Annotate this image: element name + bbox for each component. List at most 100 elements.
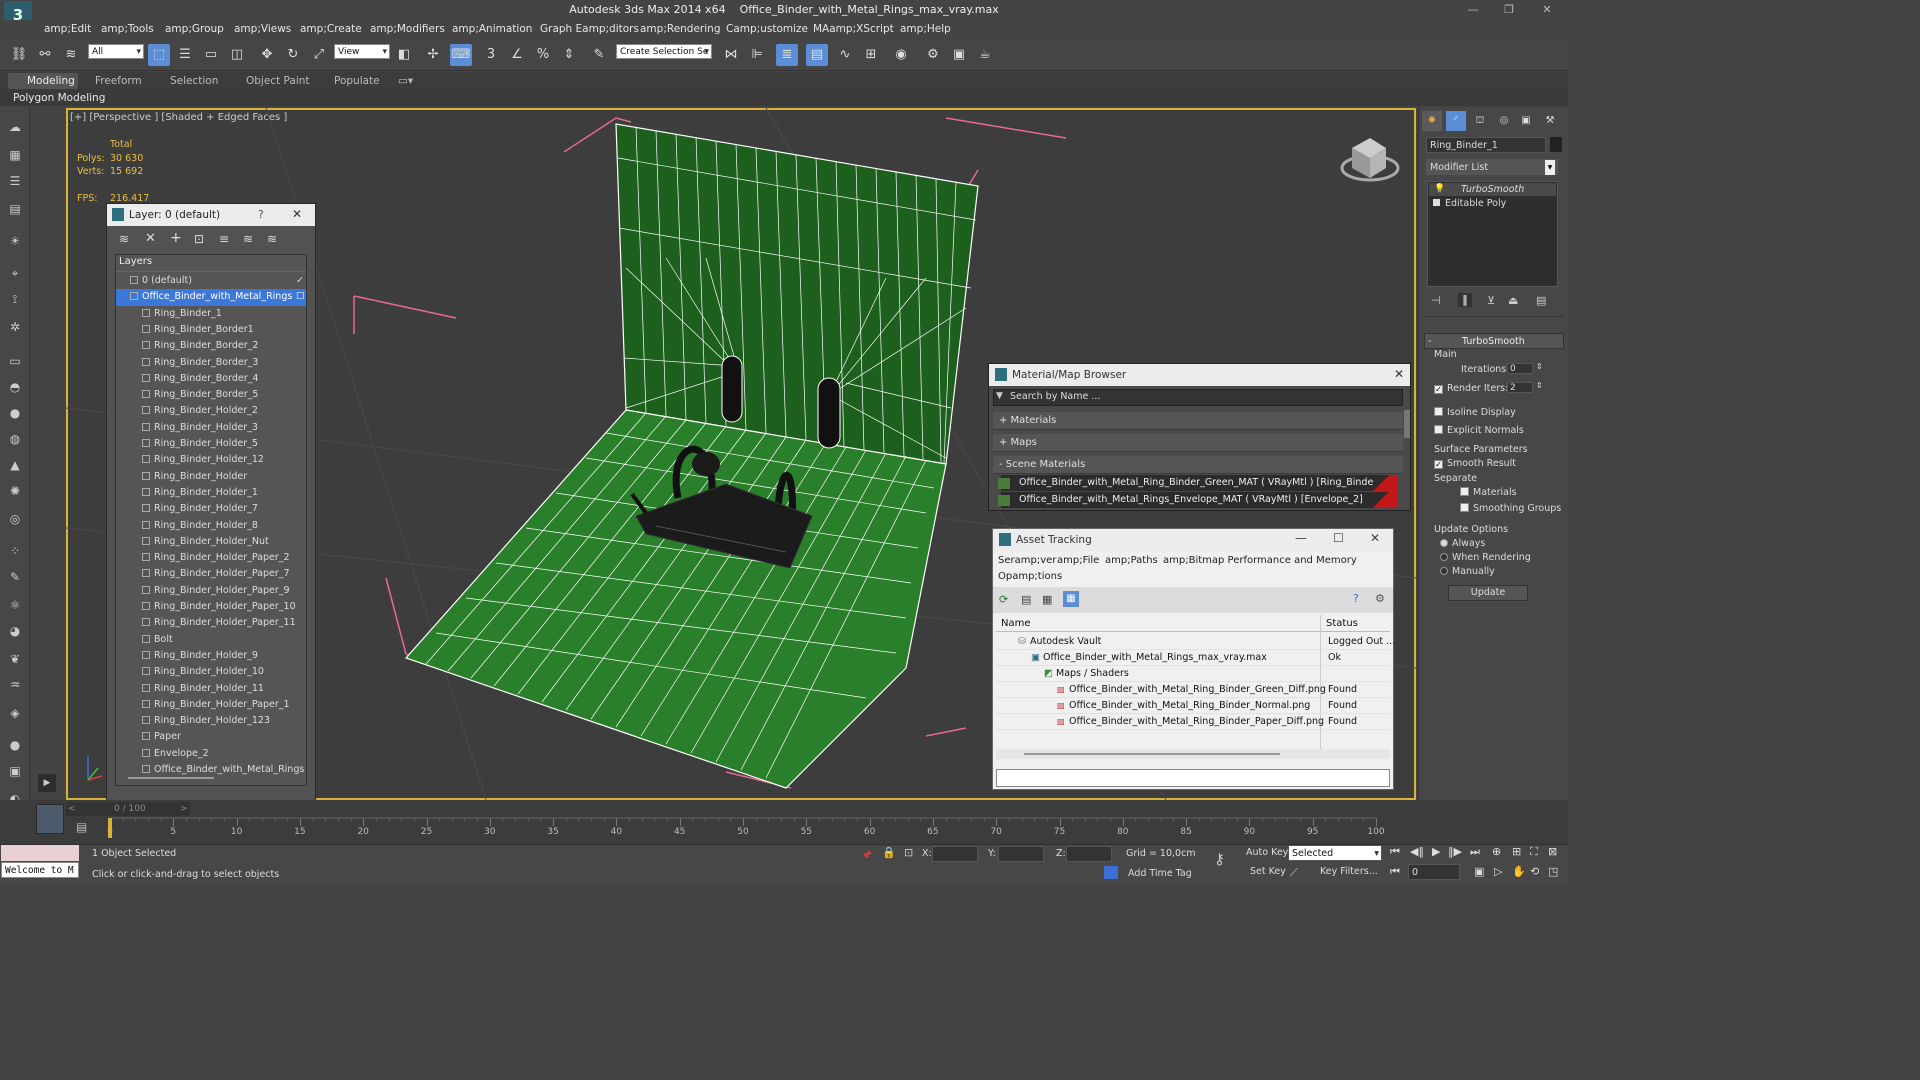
sun-icon[interactable]: ✺ [6,482,24,500]
selection-filter-dropdown[interactable]: All [88,44,144,60]
configure-sets-icon[interactable]: ▤ [1536,294,1546,307]
layer-explorer-icon[interactable]: ≣ [776,44,798,66]
set-key-button[interactable]: Set Key [1250,866,1286,877]
rect-selection-icon[interactable]: ▭ [200,44,222,66]
layer-object-row[interactable]: Ring_Binder_Holder_Paper_11 [116,615,306,631]
current-layer-check-icon[interactable]: ✓ [296,273,304,289]
smoothing-groups-checkbox[interactable]: Smoothing Groups [1460,503,1561,514]
menu-rendering[interactable]: amp;Rendering [640,23,720,35]
auto-key-button[interactable]: Auto Key [1246,847,1288,858]
help-icon[interactable]: ? [1353,592,1359,605]
manipulate-icon[interactable]: ✢ [422,44,444,66]
polygon-modeling-label[interactable]: Polygon Modeling [13,92,105,104]
snaps-toggle-icon[interactable]: 3 [480,44,502,66]
cone-icon[interactable]: ◓ [6,378,24,396]
hierarchy-tab-icon[interactable]: ⛫ [1470,111,1490,131]
layer-object-row[interactable]: Ring_Binder_Border_4 [116,371,306,387]
asset-row[interactable]: ▨ Office_Binder_with_Metal_Ring_Binder_Pa… [996,714,1390,731]
layer-object-row[interactable]: Paper [116,729,306,745]
zoom-extents-all-icon[interactable]: ⊠ [1548,845,1557,858]
ribbon-toggle-icon[interactable]: ▤ [806,44,828,66]
menu-maxscript[interactable]: MAamp;XScript [813,23,894,35]
asset-row[interactable]: ◩ Maps / Shaders [996,666,1390,683]
lightbulb-icon[interactable]: 💡 [1434,184,1445,194]
help-button[interactable]: ? [258,208,264,221]
close-icon[interactable]: ✕ [1536,3,1558,16]
list-view-icon[interactable]: ▤ [1021,593,1031,606]
layer-object-row[interactable]: Ring_Binder_Holder_12 [116,452,306,468]
spinner-snap-icon[interactable]: ⇕ [558,44,580,66]
always-radio[interactable]: Always [1440,538,1485,549]
leaf-icon[interactable]: ❦ [6,650,24,668]
stack-item-turbosmooth[interactable]: TurboSmooth [1429,183,1556,196]
render-frame-icon[interactable]: ▣ [948,44,970,66]
display-icon[interactable]: ▦ [6,146,24,164]
layer-object-row[interactable]: Ring_Binder_Holder_Paper_10 [116,599,306,615]
hair-icon[interactable]: ♒ [6,676,24,694]
time-tag-icon[interactable] [1104,866,1118,879]
tab-selection[interactable]: Selection [170,75,218,87]
scene-material-item[interactable]: Office_Binder_with_Metal_Ring_Binder_Gre… [1001,475,1397,491]
new-layer-icon[interactable]: ≋ [119,232,129,246]
z-coordinate-field[interactable] [1066,846,1112,862]
zoom-all-icon[interactable]: ⊞ [1512,845,1521,858]
when-rendering-radio[interactable]: When Rendering [1440,552,1531,563]
pyramid-icon[interactable]: ▲ [6,456,24,474]
list-icon[interactable]: ☰ [6,172,24,190]
layer-object-row[interactable]: Office_Binder_with_Metal_Rings [116,762,306,778]
minimize-icon[interactable]: — [1295,531,1307,545]
goto-end-icon[interactable]: ⏭ [1470,845,1480,859]
refresh-icon[interactable]: ⟳ [999,593,1008,606]
select-by-name-icon[interactable]: ☰ [174,44,196,66]
camera-icon[interactable]: ⌖ [6,264,24,282]
motion-tab-icon[interactable]: ◎ [1494,111,1514,131]
maximize-viewport-icon[interactable]: ◳ [1548,865,1558,878]
asset-row[interactable]: ▨ Office_Binder_with_Metal_Ring_Binder_No… [996,698,1390,715]
close-icon[interactable]: ✕ [292,207,302,221]
make-unique-icon[interactable]: ⊻ [1487,294,1495,307]
asset-row[interactable]: ▣ Office_Binder_with_Metal_Rings_max_vray… [996,650,1390,667]
key-mode-dropdown[interactable]: Selected ▾ [1288,845,1382,861]
layer-object-row[interactable]: Ring_Binder_Holder_Paper_2 [116,550,306,566]
filter-icon[interactable]: ▼ [996,391,1003,401]
link-icon[interactable]: ⛓ [8,44,30,66]
layer-object-row[interactable]: Ring_Binder_Holder_2 [116,403,306,419]
bind-space-warp-icon[interactable]: ≋ [60,44,82,66]
delete-layer-icon[interactable]: ✕ [145,231,156,246]
menu-tools[interactable]: amp;Tools [101,23,154,35]
render-iters-checkbox[interactable]: ✓ Render Iters: [1434,383,1508,394]
viewport-label[interactable]: [+] [Perspective ] [Shaded + Edged Faces… [70,112,287,123]
object-name-field[interactable]: Ring_Binder_1 [1426,137,1546,153]
highlight-selected-icon[interactable]: ≡ [219,232,229,246]
spinner-arrows-icon[interactable]: ⇕ [1536,381,1543,390]
rollout-collapse-icon[interactable]: - [1428,336,1431,347]
helper-icon[interactable]: ⟟ [6,290,24,308]
asset-path-field[interactable] [996,769,1390,787]
layer-object-row[interactable]: Ring_Binder_Holder_Nut [116,534,306,550]
cloth-icon[interactable]: ◈ [6,704,24,722]
create-tab-icon[interactable]: ✹ [1422,111,1442,131]
menu-create[interactable]: amp;Create [300,23,362,35]
smooth-result-checkbox[interactable]: ✓ Smooth Result [1434,458,1516,469]
unlink-icon[interactable]: ⚯ [34,44,56,66]
layer-object-row[interactable]: Ring_Binder_Holder_8 [116,518,306,534]
add-time-tag[interactable]: Add Time Tag [1128,868,1192,879]
material-browser-titlebar[interactable]: Material/Map Browser [989,364,1410,386]
menu-server[interactable]: Seramp;ver [998,555,1056,566]
mirror-icon[interactable]: ⋈ [720,44,742,66]
ribbon-options-icon[interactable]: ▭▾ [398,75,413,87]
window-crossing-icon[interactable]: ◫ [226,44,248,66]
curve-editor-icon[interactable]: ∿ [834,44,856,66]
absolute-mode-icon[interactable]: ⊡ [904,846,913,859]
hide-all-icon[interactable]: ≋ [243,232,253,246]
prev-frame-icon[interactable]: ◀‖ [1410,845,1424,858]
section-materials[interactable]: + Materials [993,412,1403,430]
modifier-list-dropdown[interactable]: Modifier List ▾ [1426,159,1558,175]
scene-material-item[interactable]: Office_Binder_with_Metal_Rings_Envelope_… [1001,492,1397,508]
globe-icon[interactable]: ◕ [6,622,24,640]
table-view-icon[interactable]: ▦ [1063,591,1079,607]
tube-icon[interactable]: ◍ [6,430,24,448]
schematic-view-icon[interactable]: ⊞ [860,44,882,66]
current-frame-field[interactable]: 0 [1408,864,1460,880]
restore-icon[interactable]: ❐ [1498,3,1520,16]
